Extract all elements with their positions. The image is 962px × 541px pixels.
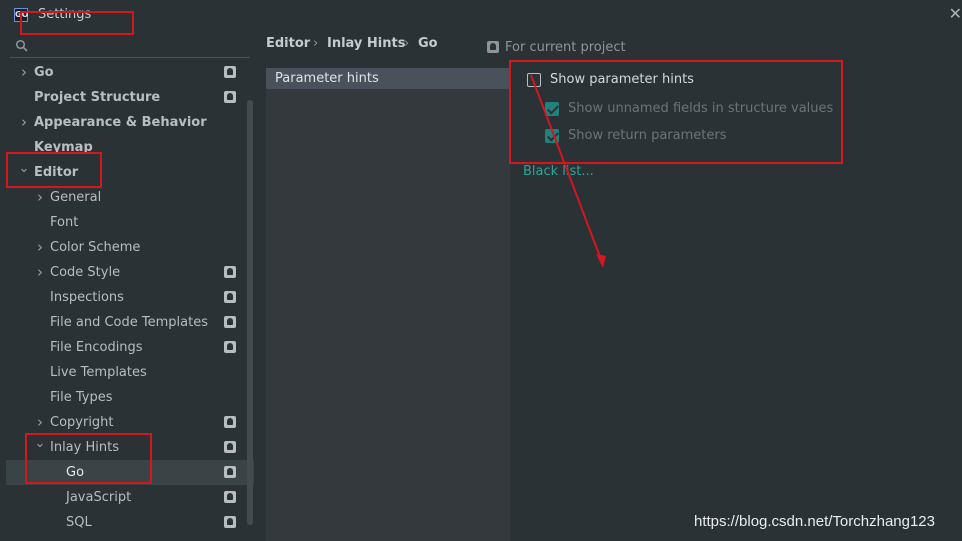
tree-item-label: Inspections xyxy=(50,290,124,305)
tree-item-color-scheme[interactable]: › Color Scheme xyxy=(0,235,248,260)
tree-item-general[interactable]: › General xyxy=(0,185,248,210)
project-scope-icon xyxy=(224,66,236,78)
search-icon xyxy=(15,39,28,52)
pane-divider[interactable] xyxy=(256,30,266,541)
project-scope-icon xyxy=(224,291,236,303)
tree-item-code-style[interactable]: › Code Style xyxy=(0,260,248,285)
tree-item-appearance-behavior[interactable]: › Appearance & Behavior xyxy=(0,110,248,135)
project-scope-icon xyxy=(224,416,236,428)
title-bar: GO Settings ✕ xyxy=(0,0,962,30)
project-scope-icon xyxy=(224,91,236,103)
tree-item-label: Copyright xyxy=(50,415,114,430)
tree-item-label: General xyxy=(50,190,102,205)
project-scope-icon xyxy=(224,491,236,503)
tree-scrollbar[interactable] xyxy=(247,100,253,525)
project-scope-icon xyxy=(224,341,236,353)
tree-item-label: Live Templates xyxy=(50,365,147,380)
project-scope-icon xyxy=(224,316,236,328)
chevron-right-icon[interactable]: › xyxy=(34,185,46,210)
project-scope-icon xyxy=(487,41,499,53)
tree-item-file-and-code-templates[interactable]: File and Code Templates xyxy=(0,310,248,335)
project-scope-icon xyxy=(224,466,236,478)
close-icon[interactable]: ✕ xyxy=(949,4,962,23)
chevron-right-icon[interactable]: › xyxy=(34,235,46,260)
tree-item-live-templates[interactable]: Live Templates xyxy=(0,360,248,385)
breadcrumb-go: Go xyxy=(418,36,438,51)
watermark: https://blog.csdn.net/Torchzhang123 xyxy=(694,513,935,530)
breadcrumb-inlay-hints: Inlay Hints xyxy=(327,36,406,51)
black-list-link[interactable]: Black list... xyxy=(523,164,594,179)
breadcrumb-separator: › xyxy=(404,36,410,51)
tree-item-label: Color Scheme xyxy=(50,240,141,255)
list-item-parameter-hints[interactable]: Parameter hints xyxy=(266,68,510,89)
project-scope-icon xyxy=(224,266,236,278)
tree-item-label: Code Style xyxy=(50,265,121,280)
tree-item-javascript[interactable]: JavaScript xyxy=(0,485,248,510)
annotation-box-title xyxy=(20,11,134,35)
scope-label: For current project xyxy=(505,40,626,55)
chevron-right-icon[interactable]: › xyxy=(18,110,30,135)
tree-item-go[interactable]: › Go xyxy=(0,60,248,85)
tree-item-file-encodings[interactable]: File Encodings xyxy=(0,335,248,360)
tree-item-label: Go xyxy=(34,65,54,80)
tree-item-label: File Types xyxy=(50,390,113,405)
tree-item-project-structure[interactable]: Project Structure xyxy=(0,85,248,110)
tree-item-sql[interactable]: SQL xyxy=(0,510,248,535)
tree-item-label: SQL xyxy=(66,515,92,530)
breadcrumb-editor: Editor xyxy=(266,36,311,51)
tree-item-label: Appearance & Behavior xyxy=(34,115,207,130)
tree-item-label: File and Code Templates xyxy=(50,315,208,330)
chevron-right-icon[interactable]: › xyxy=(34,260,46,285)
annotation-box-options xyxy=(509,60,843,164)
annotation-box-editor xyxy=(6,152,102,188)
breadcrumb-separator: › xyxy=(313,36,319,51)
tree-item-label: Project Structure xyxy=(34,90,161,105)
chevron-right-icon[interactable]: › xyxy=(18,60,30,85)
tree-item-label: File Encodings xyxy=(50,340,143,355)
tree-item-label: Font xyxy=(50,215,79,230)
tree-item-label: JavaScript xyxy=(66,490,132,505)
settings-search-input[interactable] xyxy=(10,36,250,58)
tree-item-inspections[interactable]: Inspections xyxy=(0,285,248,310)
annotation-box-inlay-hints xyxy=(25,433,152,484)
tree-item-font[interactable]: Font xyxy=(0,210,248,235)
project-scope-icon xyxy=(224,516,236,528)
tree-item-file-types[interactable]: File Types xyxy=(0,385,248,410)
hint-type-list: Parameter hints xyxy=(266,68,510,541)
project-scope-icon xyxy=(224,441,236,453)
